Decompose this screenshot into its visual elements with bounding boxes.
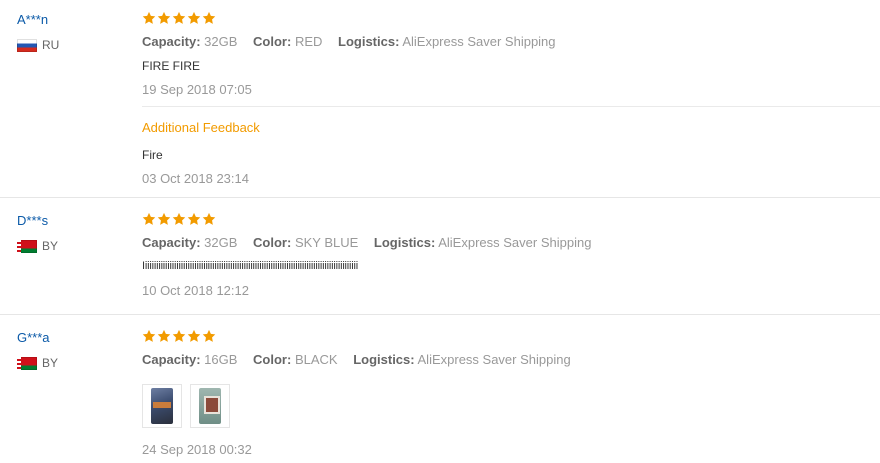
- star-icon: [157, 11, 171, 25]
- star-icon: [157, 329, 171, 343]
- capacity-value: 16GB: [204, 352, 238, 367]
- reviewer-country: BY: [17, 239, 58, 253]
- capacity-label: Capacity:: [142, 34, 201, 49]
- star-icon: [142, 329, 156, 343]
- country-code: BY: [42, 239, 59, 253]
- review-separator: [0, 314, 880, 315]
- capacity-value: 32GB: [204, 34, 238, 49]
- review-photo-2: [199, 388, 221, 424]
- star-icon: [172, 11, 186, 25]
- star-icon: [202, 212, 216, 226]
- star-icon: [172, 329, 186, 343]
- star-icon: [142, 11, 156, 25]
- review-photo-thumbnail[interactable]: [142, 384, 182, 428]
- star-rating: [142, 11, 216, 25]
- review-date: 24 Sep 2018 00:32: [142, 442, 252, 457]
- capacity-label: Capacity:: [142, 352, 201, 367]
- belarus-flag-icon: [17, 239, 37, 253]
- reviewer-name[interactable]: G***a: [17, 330, 50, 345]
- logistics-value: AliExpress Saver Shipping: [402, 34, 556, 49]
- review-text: FIRE FIRE: [142, 59, 201, 73]
- star-icon: [142, 212, 156, 226]
- country-code: RU: [42, 38, 60, 52]
- color-label: Color:: [253, 235, 292, 250]
- capacity-label: Capacity:: [142, 235, 201, 250]
- belarus-flag-icon: [17, 356, 37, 370]
- logistics-label: Logistics:: [373, 235, 436, 250]
- star-rating: [142, 329, 216, 343]
- reviewer-name[interactable]: D***s: [17, 213, 48, 228]
- logistics-label: Logistics:: [353, 352, 415, 367]
- order-attributes: Capacity: 16GB Color: BLACK Logistics: A…: [142, 352, 571, 367]
- star-icon: [187, 212, 201, 226]
- star-icon: [202, 329, 216, 343]
- order-attributes: Capacity: 32GB Color: SKY BLUE Logistics…: [142, 235, 591, 250]
- review-photo-1: [151, 388, 173, 424]
- logistics-value: AliExpress Saver Shipping: [417, 352, 571, 367]
- russia-flag-icon: [17, 38, 37, 52]
- capacity-value: 32GB: [204, 235, 238, 250]
- star-icon: [157, 212, 171, 226]
- review-text: Iiiiiiiiiiiiiiiiiiiiiiiiiiiiiiiiiiiiiiii…: [142, 260, 359, 272]
- additional-feedback-date: 03 Oct 2018 23:14: [142, 171, 249, 186]
- reviewer-country: BY: [17, 356, 58, 370]
- color-label: Color:: [253, 34, 292, 49]
- star-icon: [172, 212, 186, 226]
- review-date: 19 Sep 2018 07:05: [142, 82, 252, 97]
- color-value: SKY BLUE: [294, 235, 359, 250]
- color-value: RED: [294, 34, 323, 49]
- review-date: 10 Oct 2018 12:12: [142, 283, 249, 298]
- additional-feedback-heading: Additional Feedback: [142, 120, 260, 135]
- star-icon: [202, 11, 216, 25]
- star-icon: [187, 11, 201, 25]
- additional-feedback-text: Fire: [142, 148, 163, 162]
- review-separator: [0, 197, 880, 198]
- reviewer-country: RU: [17, 38, 59, 52]
- logistics-label: Logistics:: [338, 34, 400, 49]
- country-code: BY: [42, 356, 59, 370]
- star-rating: [142, 212, 216, 226]
- color-value: BLACK: [294, 352, 338, 367]
- logistics-value: AliExpress Saver Shipping: [438, 235, 592, 250]
- divider: [142, 106, 880, 107]
- order-attributes: Capacity: 32GB Color: RED Logistics: Ali…: [142, 34, 556, 49]
- star-icon: [187, 329, 201, 343]
- review-photo-thumbnail[interactable]: [190, 384, 230, 428]
- reviewer-name[interactable]: A***n: [17, 12, 48, 27]
- color-label: Color:: [253, 352, 292, 367]
